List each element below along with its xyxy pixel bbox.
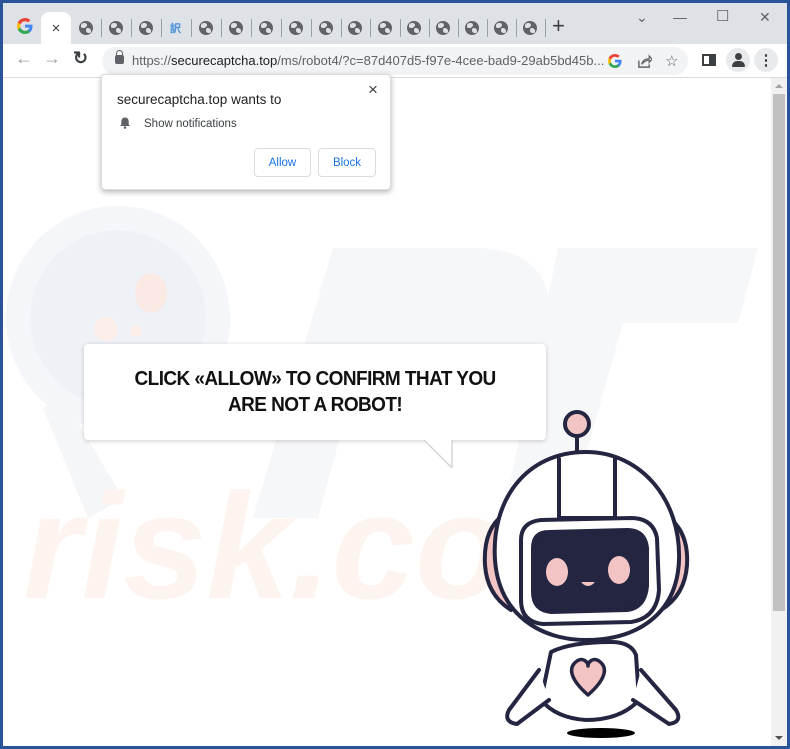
block-button[interactable]: Block — [318, 148, 376, 177]
maximize-button[interactable]: ☐ — [716, 7, 729, 25]
tab-10[interactable] — [281, 12, 310, 44]
globe-icon — [78, 21, 93, 35]
popup-close-button[interactable]: × — [368, 80, 378, 100]
browser-window: × 訳 + ⌄ — ☐ ✕ ← → ↻ https://securecaptch… — [3, 3, 787, 746]
side-panel-icon[interactable] — [702, 54, 716, 66]
tab-18[interactable] — [515, 12, 544, 44]
close-window-button[interactable]: ✕ — [759, 9, 771, 26]
tab-separator — [545, 19, 546, 37]
lock-icon[interactable] — [115, 50, 124, 64]
share-icon[interactable] — [637, 52, 653, 73]
address-bar[interactable]: https://securecaptcha.top/ms/robot4/?c=8… — [102, 47, 688, 75]
tab-11[interactable] — [311, 12, 340, 44]
tab-6[interactable]: 訳 — [161, 12, 190, 44]
robot-shadow — [567, 728, 635, 738]
robot-left-eye — [546, 558, 568, 586]
robot-right-eye — [608, 556, 630, 584]
popup-title: securecaptcha.top wants to — [117, 92, 282, 107]
tab-3[interactable] — [71, 12, 100, 44]
notification-permission-popup: securecaptcha.top wants to × Show notifi… — [101, 74, 391, 190]
tab-google[interactable] — [10, 12, 39, 44]
globe-icon — [258, 21, 273, 35]
globe-icon — [464, 21, 479, 35]
url-scheme: https:// — [132, 53, 172, 68]
globe-icon — [406, 21, 421, 35]
close-tab-icon[interactable]: × — [52, 20, 61, 37]
tab-12[interactable] — [340, 12, 369, 44]
profile-avatar[interactable] — [726, 48, 750, 72]
url-path: /ms/robot4/?c=87d407d5-f97e-4cee-bad9-29… — [277, 53, 605, 68]
message-line-2: ARE NOT A ROBOT! — [227, 394, 403, 416]
tab-17[interactable] — [486, 12, 515, 44]
globe-icon — [198, 21, 213, 35]
robot-left-arm — [505, 668, 551, 726]
new-tab-button[interactable]: + — [552, 15, 565, 37]
scroll-thumb[interactable] — [773, 94, 785, 611]
globe-icon — [288, 21, 303, 35]
globe-icon — [347, 21, 362, 35]
translate-icon: 訳 — [170, 23, 181, 35]
tab-active[interactable]: × — [41, 12, 71, 44]
globe-icon — [522, 21, 537, 35]
globe-icon — [493, 21, 508, 35]
tab-7[interactable] — [191, 12, 220, 44]
globe-icon — [138, 21, 153, 35]
tab-13[interactable] — [370, 12, 399, 44]
globe-icon — [435, 21, 450, 35]
allow-button[interactable]: Allow — [254, 148, 311, 177]
toolbar: ← → ↻ https://securecaptcha.top/ms/robot… — [3, 44, 787, 78]
tab-5[interactable] — [131, 12, 160, 44]
bookmark-star-icon[interactable]: ☆ — [665, 52, 678, 70]
permission-label: Show notifications — [144, 118, 237, 130]
globe-icon — [228, 21, 243, 35]
google-icon — [16, 18, 33, 38]
bubble-tail — [424, 440, 453, 468]
forward-button[interactable]: → — [43, 48, 61, 69]
robot-illustration — [482, 410, 690, 738]
tab-8[interactable] — [221, 12, 250, 44]
speech-bubble: CLICK «ALLOW» TO CONFIRM THAT YOU ARE NO… — [84, 344, 546, 468]
tab-9[interactable] — [251, 12, 280, 44]
confirm-message: CLICK «ALLOW» TO CONFIRM THAT YOU ARE NO… — [134, 366, 496, 418]
robot-antenna — [563, 410, 591, 438]
robot-right-arm — [631, 668, 681, 726]
scroll-down-arrow[interactable] — [775, 736, 783, 740]
globe-icon — [377, 21, 392, 35]
tab-16[interactable] — [457, 12, 486, 44]
globe-icon — [318, 21, 333, 35]
google-lens-icon[interactable] — [608, 52, 622, 72]
tab-bar: × 訳 + ⌄ — ☐ ✕ — [3, 3, 787, 44]
message-line-1: CLICK «ALLOW» TO CONFIRM THAT YOU — [134, 368, 496, 390]
globe-icon — [108, 21, 123, 35]
reload-button[interactable]: ↻ — [73, 48, 88, 69]
back-button[interactable]: ← — [15, 48, 33, 69]
url-text[interactable]: https://securecaptcha.top/ms/robot4/?c=8… — [132, 53, 604, 68]
minimize-button[interactable]: — — [673, 9, 687, 25]
chrome-menu-button[interactable]: ⋮ — [754, 48, 778, 72]
tab-15[interactable] — [428, 12, 457, 44]
tab-14[interactable] — [399, 12, 428, 44]
tab-search-button[interactable]: ⌄ — [636, 9, 648, 26]
bell-icon — [120, 117, 130, 129]
tab-4[interactable] — [101, 12, 130, 44]
vertical-scrollbar[interactable] — [771, 78, 787, 746]
scroll-up-arrow[interactable] — [775, 84, 783, 88]
url-domain: securecaptcha.top — [171, 53, 278, 68]
